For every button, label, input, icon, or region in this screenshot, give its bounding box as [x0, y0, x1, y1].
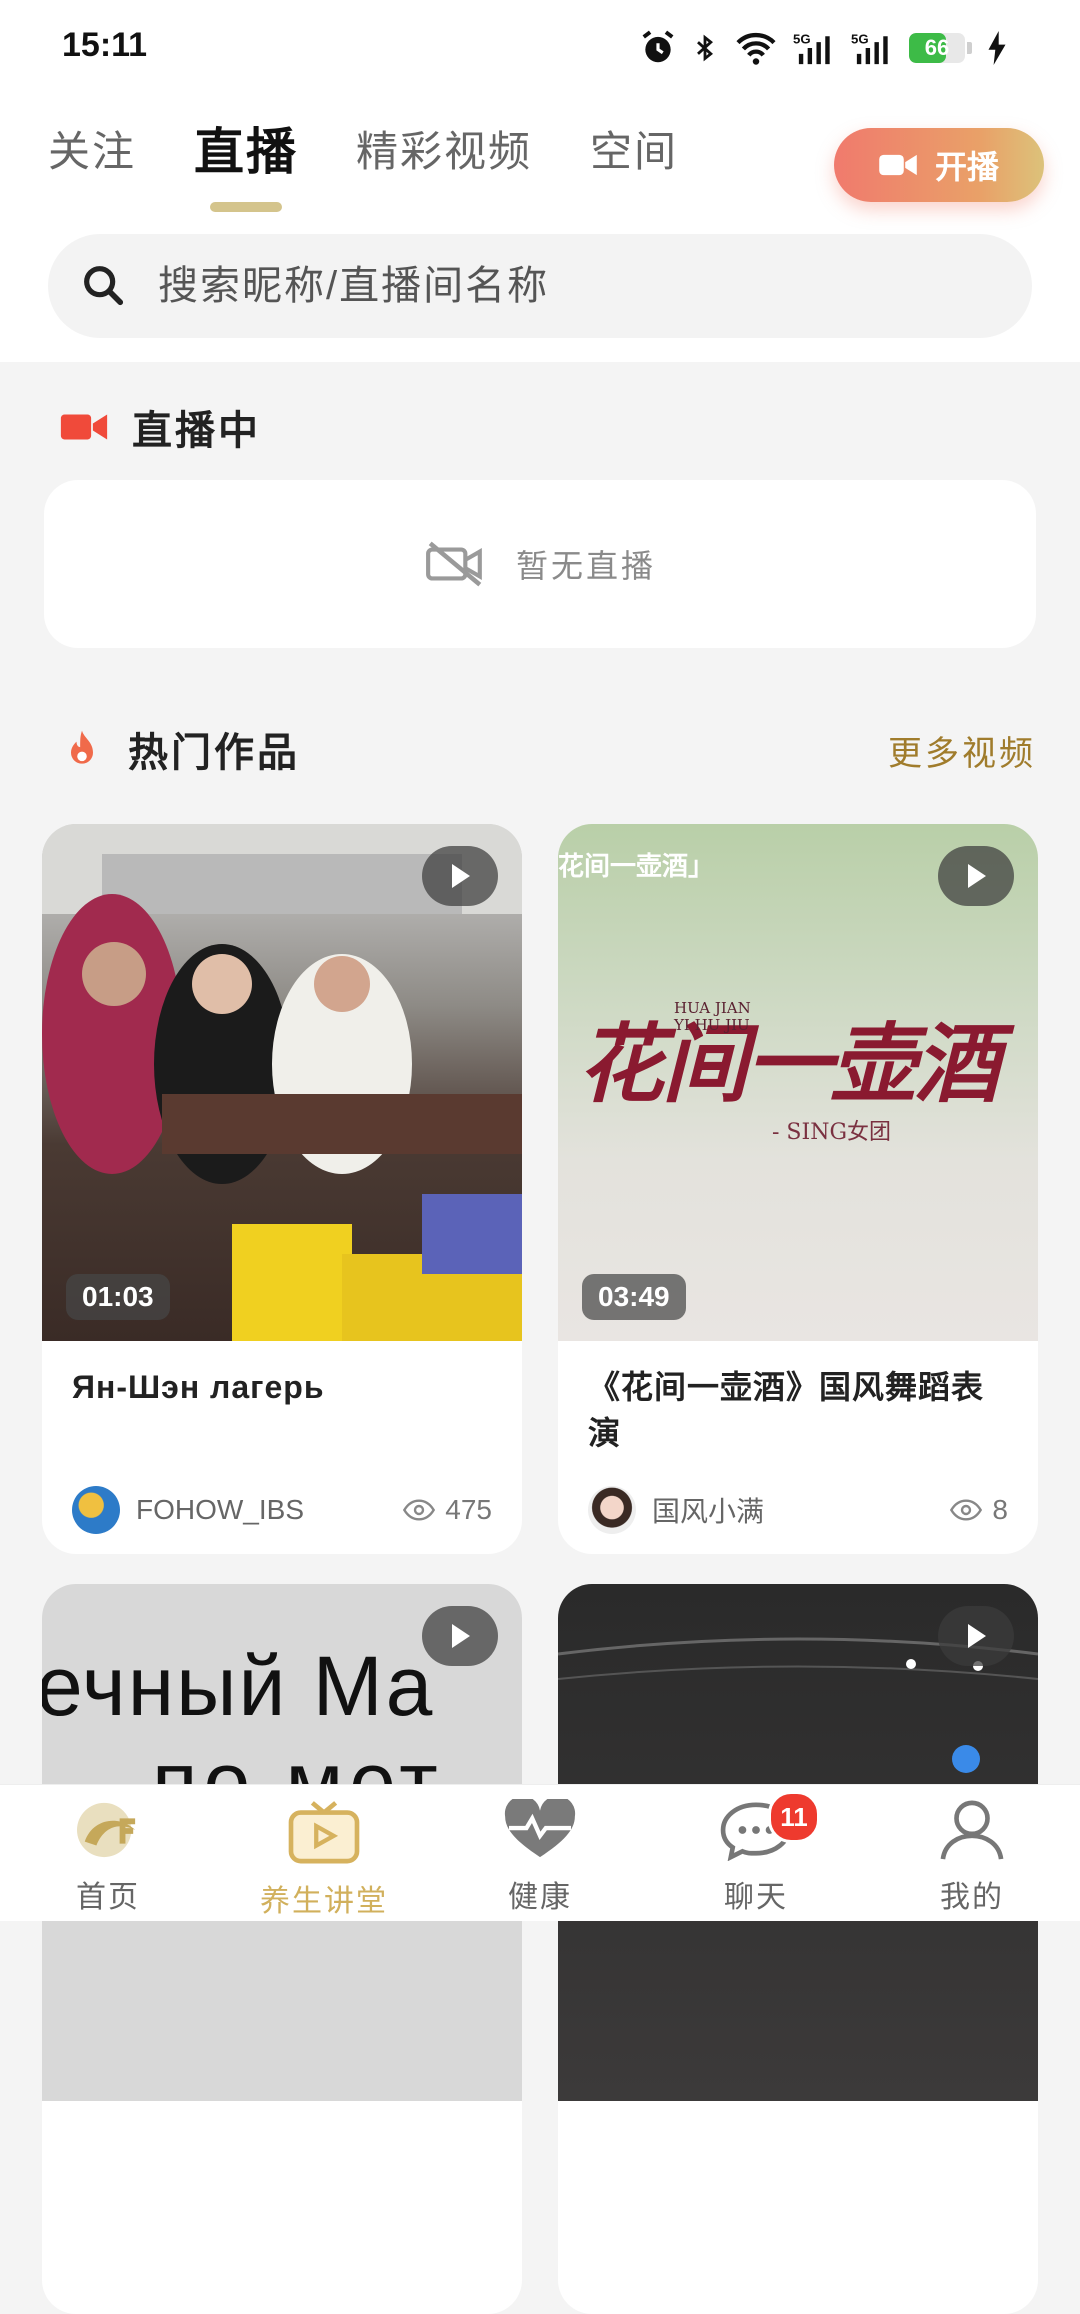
svg-text:5G: 5G: [851, 32, 869, 47]
video-card[interactable]: 01:03 Ян-Шэн лагерь FOHOW_IBS 475: [42, 824, 522, 1554]
video-camera-icon: [879, 154, 917, 176]
video-card[interactable]: 花间一壶酒」 花间一壶酒 HUA JIAN YI HU JIU - SING女团…: [558, 824, 1038, 1554]
author-name[interactable]: FOHOW_IBS: [136, 1494, 403, 1526]
battery-level: 66: [924, 35, 950, 60]
video-title[interactable]: 《花间一壶酒》国风舞蹈表演: [588, 1364, 1008, 1456]
video-meta: FOHOW_IBS 475: [72, 1486, 492, 1534]
play-icon: [968, 1624, 986, 1648]
svg-text:5G: 5G: [793, 32, 811, 47]
play-icon: [452, 864, 470, 888]
play-icon: [452, 1624, 470, 1648]
author-avatar[interactable]: [588, 1486, 636, 1534]
hot-section-title: 热门作品: [128, 731, 300, 775]
search-bar[interactable]: [48, 234, 1032, 338]
nav-profile[interactable]: 我的: [902, 1799, 1042, 1916]
user-icon: [940, 1800, 1004, 1860]
play-button[interactable]: [938, 846, 1014, 906]
nav-profile-label: 我的: [940, 1881, 1004, 1914]
status-bar: 15:11 5G 5G 66: [0, 0, 1080, 96]
go-live-label: 开播: [934, 149, 999, 185]
top-tabs: 关注 直播 精彩视频 空间: [48, 118, 736, 212]
eye-icon: [403, 1499, 436, 1521]
search-icon: [84, 266, 124, 306]
live-section-header: 直播中: [60, 398, 261, 456]
nav-chat[interactable]: 11 聊天: [686, 1791, 826, 1916]
view-count: 475: [403, 1494, 492, 1526]
alarm-icon: [642, 30, 674, 63]
bottom-nav: 首页 养生讲堂 健康 11 聊天 我的: [0, 1784, 1080, 1921]
status-icons: 5G 5G 66: [639, 26, 1008, 70]
author-name[interactable]: 国风小满: [652, 1490, 950, 1530]
bluetooth-icon: [697, 34, 713, 62]
more-videos-link[interactable]: 更多视频: [888, 726, 1036, 775]
status-time: 15:11: [62, 26, 148, 64]
tab-follow[interactable]: 关注: [48, 118, 136, 179]
nav-lecture[interactable]: 养生讲堂: [254, 1799, 394, 1920]
live-section-title: 直播中: [132, 409, 261, 453]
live-empty-text: 暂无直播: [515, 548, 656, 584]
nav-chat-label: 聊天: [724, 1881, 788, 1914]
view-count-value: 8: [992, 1494, 1008, 1525]
thumb-overlay-text: 花间一壶酒」: [558, 851, 715, 881]
heart-pulse-icon: [504, 1795, 576, 1858]
fohow-logo-icon: [77, 1802, 136, 1858]
go-live-button[interactable]: 开播: [834, 128, 1044, 202]
tab-active-indicator: [210, 202, 283, 212]
nav-health-label: 健康: [508, 1881, 572, 1914]
view-count-value: 475: [445, 1494, 492, 1525]
thumb-art-caption: - SING女团: [772, 1120, 892, 1145]
tab-live[interactable]: 直播: [194, 112, 299, 212]
wifi-icon: [736, 32, 776, 65]
chat-unread-badge: 11: [768, 1791, 820, 1843]
tv-play-icon: [288, 1801, 360, 1864]
video-card[interactable]: ечный Ма по мет: [42, 1584, 522, 2314]
thumb-art-caption-small: HUA JIAN YI HU JIU: [674, 999, 751, 1034]
video-meta: 国风小满 8: [588, 1486, 1008, 1534]
video-duration: 01:03: [66, 1274, 170, 1320]
video-thumbnail: 花间一壶酒」 花间一壶酒 HUA JIAN YI HU JIU - SING女团…: [558, 824, 1038, 1341]
nav-health[interactable]: 健康: [470, 1795, 610, 1916]
play-icon: [968, 864, 986, 888]
thumb-art-title: 花间一壶酒: [578, 1014, 1000, 1115]
nav-lecture-label: 养生讲堂: [260, 1885, 388, 1918]
nav-home-label: 首页: [76, 1881, 140, 1914]
video-thumbnail: 01:03: [42, 824, 522, 1341]
eye-icon: [950, 1499, 983, 1521]
play-button[interactable]: [422, 1606, 498, 1666]
video-duration: 03:49: [582, 1274, 686, 1320]
view-count: 8: [950, 1494, 1008, 1526]
charging-icon: [988, 31, 1006, 65]
tab-space[interactable]: 空间: [590, 118, 678, 179]
thumb-text: ечный Ма: [42, 1639, 435, 1733]
search-input[interactable]: [156, 262, 960, 310]
battery-indicator: 66: [909, 33, 972, 63]
live-empty-card: 暂无直播: [44, 480, 1036, 648]
video-off-icon: [426, 541, 482, 587]
tab-live-label: 直播: [194, 124, 299, 180]
fire-icon: [71, 730, 93, 764]
author-avatar[interactable]: [72, 1486, 120, 1534]
live-camera-icon: [60, 414, 108, 440]
nav-home[interactable]: 首页: [38, 1799, 178, 1916]
signal-5g-icon: 5G: [793, 32, 830, 65]
tab-videos[interactable]: 精彩视频: [356, 118, 532, 179]
play-button[interactable]: [422, 846, 498, 906]
video-title[interactable]: Ян-Шэн лагерь: [72, 1364, 492, 1410]
video-card[interactable]: [558, 1584, 1038, 2314]
play-button[interactable]: [938, 1606, 1014, 1666]
signal-5g-icon-2: 5G: [851, 32, 888, 65]
hot-section-header: 热门作品: [60, 720, 300, 778]
